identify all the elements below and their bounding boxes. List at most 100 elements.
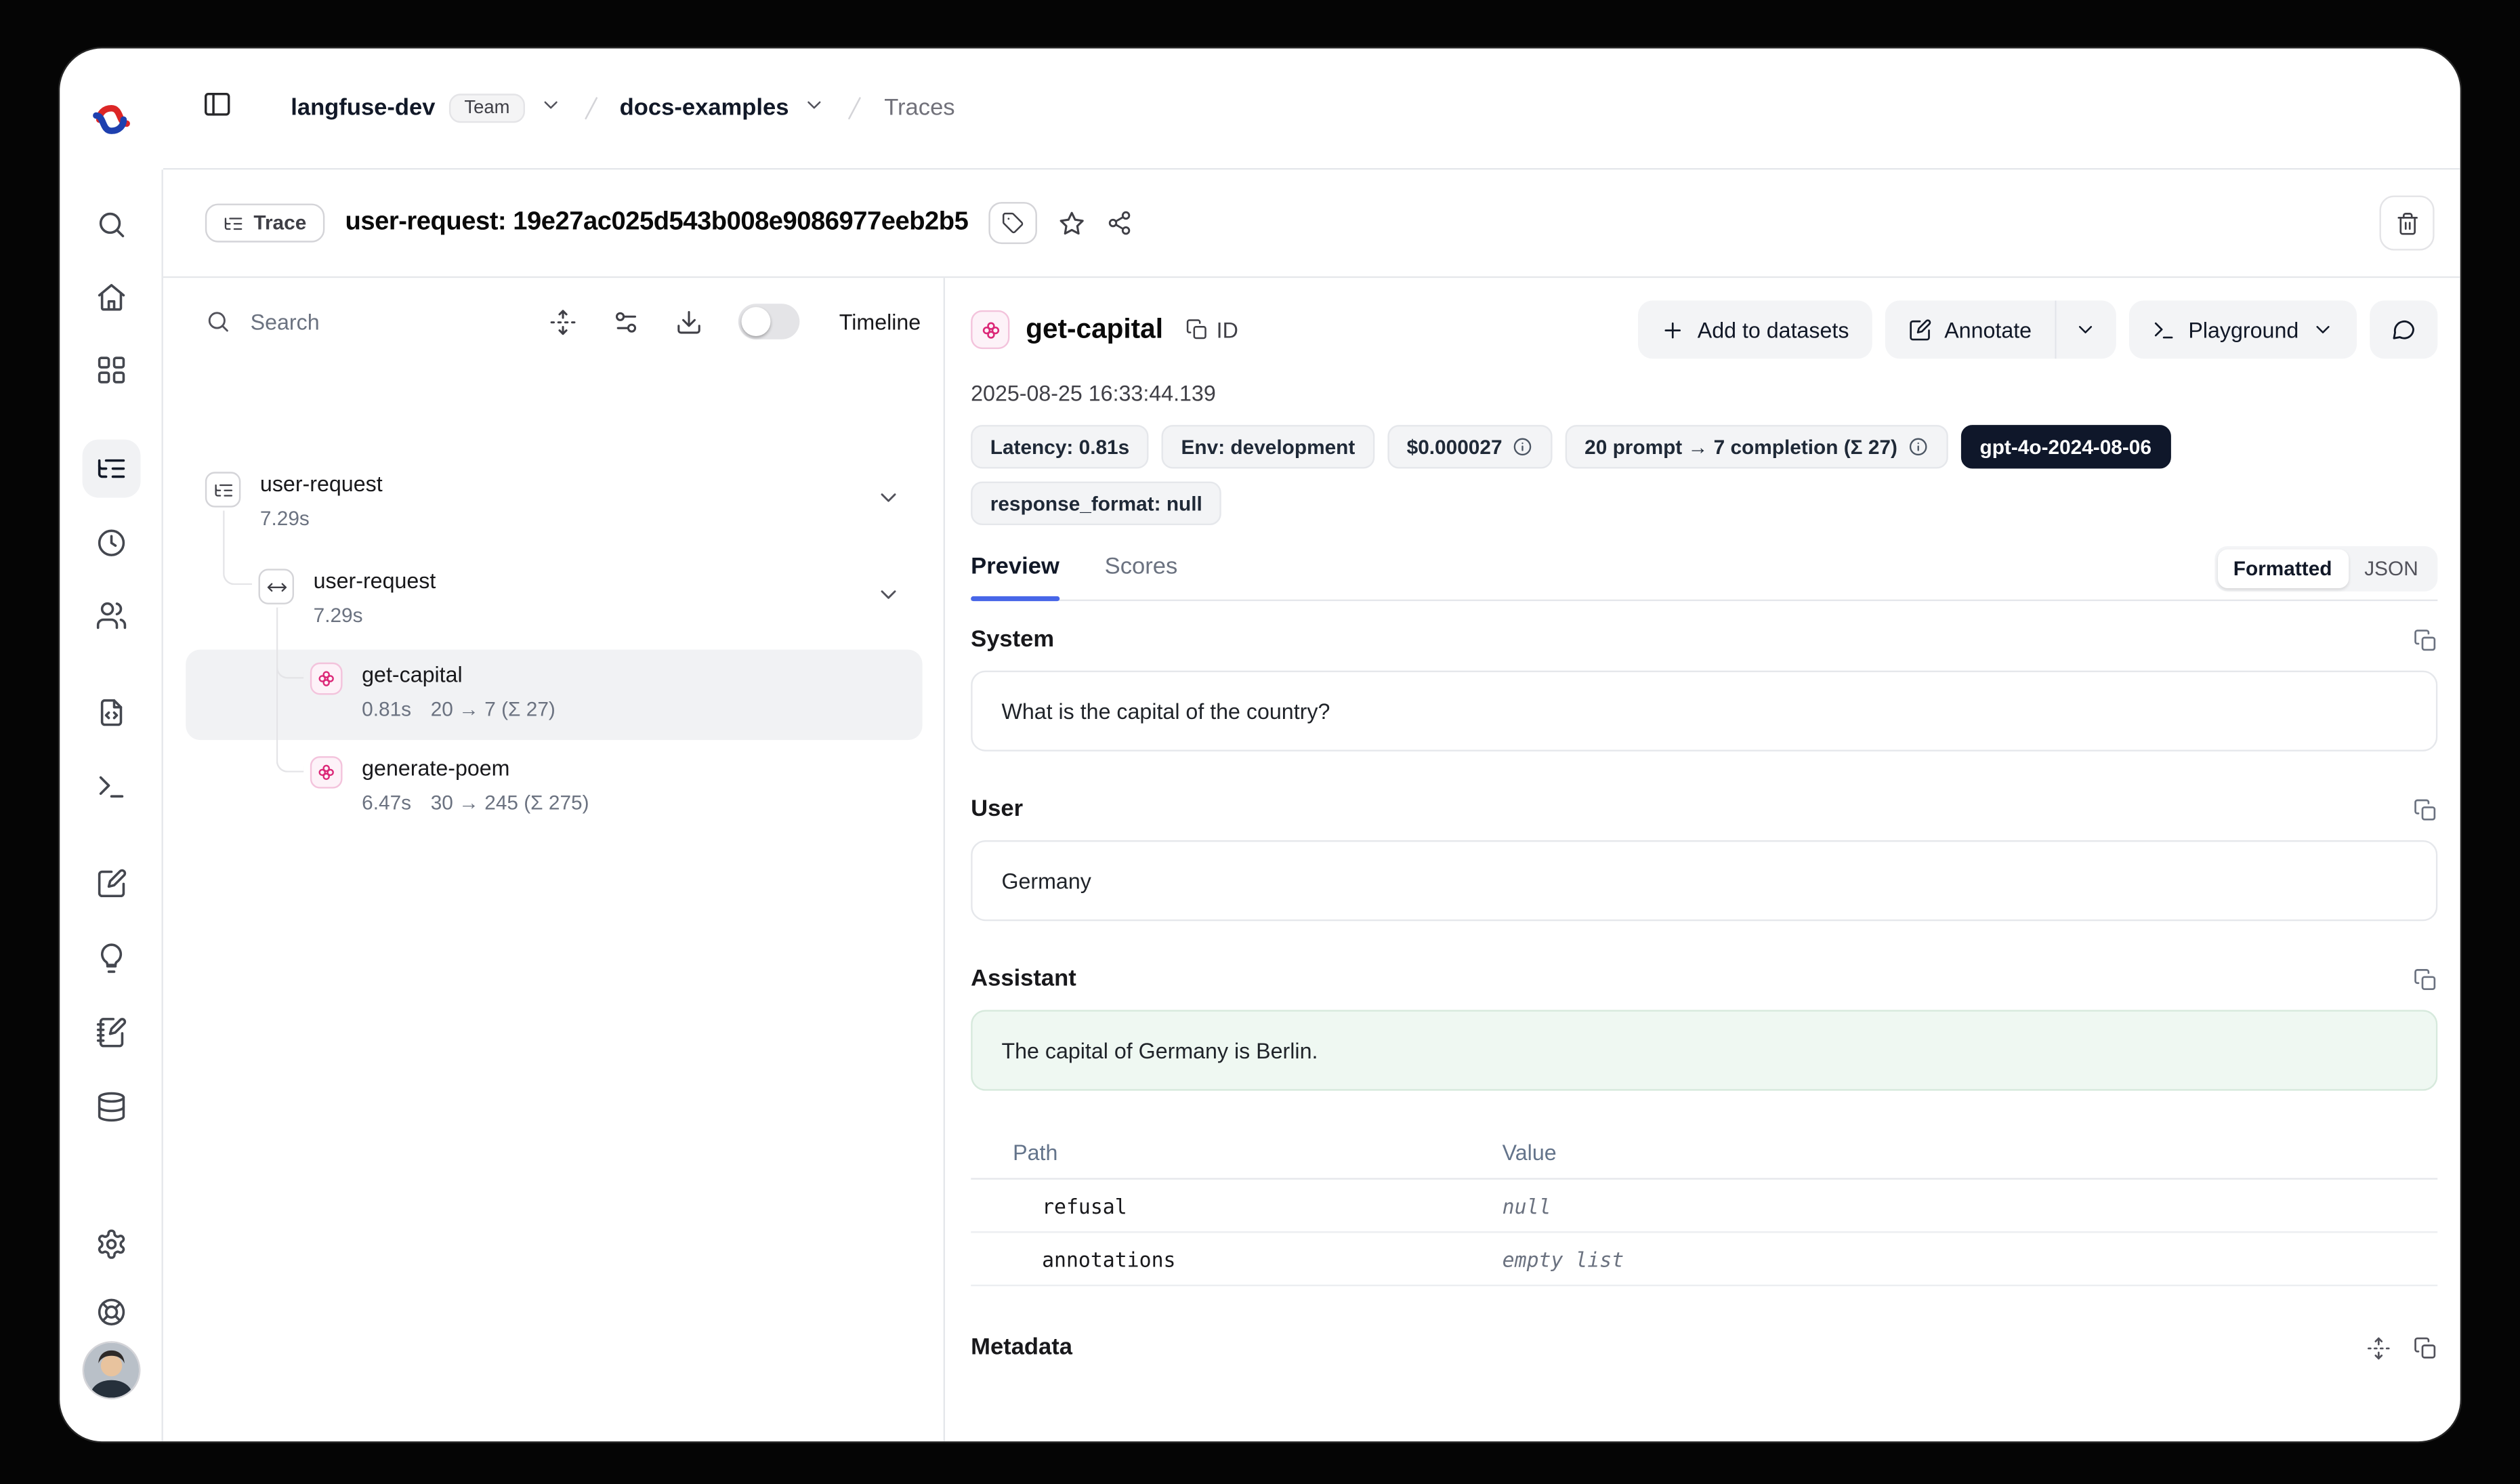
tree-node-generate-poem[interactable]: generate-poem 6.47s 30 → 245 (Σ 275) [310, 756, 589, 815]
chevron-down-icon [2074, 318, 2097, 341]
copy-id-button[interactable]: ID [1185, 318, 1238, 342]
sidebar-item-dashboards[interactable] [96, 354, 128, 386]
tree-node-span[interactable]: user-request 7.29s [259, 569, 436, 627]
tree-actions: Timeline [550, 304, 921, 339]
org-name[interactable]: langfuse-dev [291, 96, 435, 121]
generation-node-icon [310, 663, 343, 695]
sidebar-item-support[interactable] [96, 1296, 128, 1328]
breadcrumb-section[interactable]: Traces [884, 96, 954, 121]
tag-button[interactable] [989, 202, 1038, 244]
node-duration: 6.47s [362, 791, 411, 814]
sidebar-item-users[interactable] [96, 600, 128, 632]
sidebar-item-evals[interactable] [96, 868, 128, 901]
path-column-header: Path [971, 1140, 1503, 1164]
content-column: langfuse-dev Team docs-examples Traces T… [163, 49, 2460, 1442]
format-json-option[interactable]: JSON [2348, 550, 2434, 588]
star-icon [1059, 209, 1087, 237]
annotate-button[interactable]: Annotate [1885, 301, 2054, 359]
delete-trace-button[interactable] [2380, 196, 2435, 251]
observation-title: get-capital [1026, 314, 1163, 346]
collapse-tree-icon[interactable] [550, 308, 578, 335]
breadcrumb-separator-icon [841, 94, 870, 123]
home-icon [96, 281, 128, 314]
user-message-content: Germany [971, 840, 2437, 921]
generation-node-icon [310, 756, 343, 789]
breadcrumb-separator-icon [576, 94, 605, 123]
trace-tree: user-request 7.29s user-request 7 [163, 362, 944, 1441]
tokens-badge[interactable]: 20 prompt → 7 completion (Σ 27) [1566, 425, 1948, 468]
tree-search-input[interactable] [251, 310, 428, 334]
sidebar-item-home[interactable] [96, 281, 128, 314]
notebook-pen-icon [96, 1016, 128, 1049]
tree-node-get-capital[interactable]: get-capital 0.81s 20 → 7 (Σ 27) [310, 663, 555, 721]
model-badge[interactable]: gpt-4o-2024-08-06 [1960, 425, 2171, 468]
node-label: user-request [260, 472, 383, 499]
row-path: annotations [971, 1247, 1503, 1271]
tab-preview[interactable]: Preview [971, 546, 1059, 600]
response-format-badge: response_format: null [971, 482, 1221, 525]
system-message-content: What is the capital of the country? [971, 671, 2437, 751]
expand-metadata-icon[interactable] [2366, 1336, 2391, 1360]
square-pen-icon [96, 868, 128, 901]
share-button[interactable] [1107, 210, 1133, 236]
project-name[interactable]: docs-examples [620, 96, 789, 121]
cost-badge[interactable]: $0.000027 [1387, 425, 1552, 468]
langfuse-logo-icon [92, 100, 131, 139]
sidebar-item-sessions[interactable] [96, 527, 128, 559]
sidebar-toggle-button[interactable] [202, 89, 232, 127]
tree-node-trace[interactable]: user-request 7.29s [205, 472, 383, 530]
copy-user-button[interactable] [2414, 798, 2438, 822]
user-message-section: User Germany [971, 797, 2437, 922]
assistant-role-label: Assistant [971, 966, 1076, 992]
row-value: null [1503, 1193, 2438, 1218]
sidebar-item-tracing[interactable] [83, 440, 141, 498]
add-to-datasets-button[interactable]: Add to datasets [1638, 301, 1872, 359]
system-message-section: System What is the capital of the countr… [971, 627, 2437, 751]
sidebar-item-insights[interactable] [96, 942, 128, 974]
timeline-toggle[interactable] [739, 304, 801, 339]
plus-icon [1660, 318, 1685, 342]
sidebar-item-annotation-queues[interactable] [96, 1016, 128, 1049]
copy-metadata-icon[interactable] [2414, 1336, 2438, 1360]
filter-settings-icon[interactable] [613, 308, 641, 335]
collapse-node-button[interactable] [875, 581, 901, 615]
sidebar-item-search[interactable] [96, 209, 128, 241]
edit-icon [1907, 318, 1931, 342]
observation-timestamp: 2025-08-25 16:33:44.139 [971, 382, 2437, 406]
trace-icon [223, 213, 244, 234]
langfuse-logo[interactable] [92, 100, 131, 139]
comments-button[interactable] [2370, 301, 2437, 359]
move-horizontal-icon [266, 576, 287, 597]
sidebar-item-datasets[interactable] [96, 1091, 128, 1124]
value-column-header: Value [1503, 1140, 2438, 1164]
copy-system-button[interactable] [2414, 627, 2438, 652]
nav-rail [60, 49, 163, 1442]
observation-detail-panel: get-capital ID Add to datasets [945, 278, 2460, 1441]
trace-title: user-request: 19e27ac025d543b008e9086977… [345, 209, 969, 238]
top-bar: langfuse-dev Team docs-examples Traces [163, 49, 2460, 170]
collapse-node-button[interactable] [875, 485, 901, 518]
bookmark-button[interactable] [1059, 209, 1087, 237]
span-node-icon [259, 569, 294, 604]
download-icon[interactable] [676, 308, 704, 335]
node-tokens: 30 → 245 (Σ 275) [431, 791, 589, 814]
sidebar-item-settings[interactable] [96, 1228, 128, 1260]
sidebar-item-playground[interactable] [96, 770, 128, 803]
observation-badges: Latency: 0.81s Env: development $0.00002… [971, 425, 2416, 525]
sidebar-item-prompts[interactable] [96, 697, 128, 729]
trace-node-icon [205, 472, 240, 507]
project-dropdown-button[interactable] [803, 93, 826, 123]
user-avatar[interactable] [83, 1341, 141, 1399]
avatar-photo [84, 1343, 139, 1398]
copy-assistant-button[interactable] [2414, 967, 2438, 991]
tab-scores[interactable]: Scores [1105, 546, 1178, 600]
clock-icon [96, 527, 128, 559]
org-dropdown-button[interactable] [539, 93, 561, 123]
annotate-split-button: Annotate [1885, 301, 2116, 359]
share-icon [1107, 210, 1133, 236]
annotate-dropdown-button[interactable] [2054, 301, 2116, 359]
playground-button[interactable]: Playground [2128, 301, 2357, 359]
format-formatted-option[interactable]: Formatted [2217, 550, 2348, 588]
timeline-label: Timeline [839, 310, 921, 334]
detail-scroll-area[interactable]: System What is the capital of the countr… [971, 601, 2437, 1441]
